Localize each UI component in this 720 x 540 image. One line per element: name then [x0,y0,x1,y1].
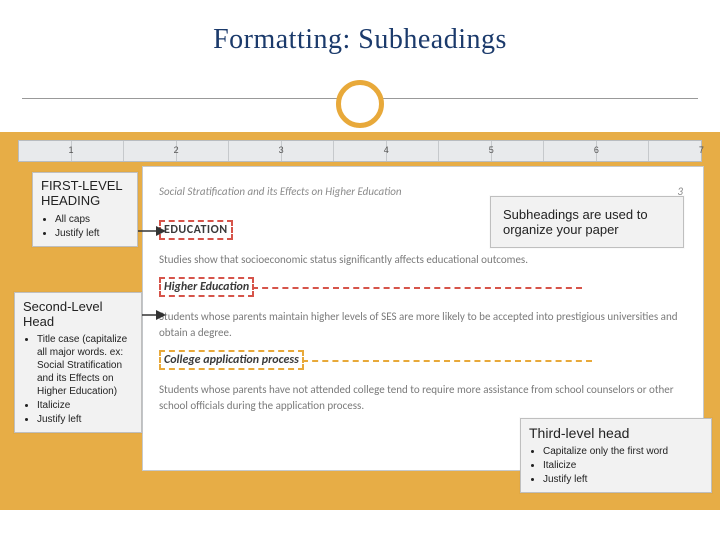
callout-title: Third-level head [521,419,711,443]
running-head: Social Stratification and its Effects on… [159,185,402,198]
ruler-tick: 7 [699,145,704,155]
callout-text: Subheadings are used to organize your pa… [491,197,683,247]
callout-item: Italicize [543,459,703,472]
callout-item: Justify left [55,227,129,240]
paragraph: Students whose parents have not attended… [159,382,683,415]
heading-level-1: EDUCATION [159,220,233,240]
callout-title: Second-Level Head [15,293,141,331]
callout-item: All caps [55,213,129,226]
callout-item: Title case (capitalize all major words. … [37,333,133,398]
callout-item: Justify left [37,413,133,426]
paragraph: Studies show that socioeconomic status s… [159,252,683,269]
ring-ornament [336,80,384,128]
heading-level-3: College application process [159,350,304,370]
callout-second-level: Second-Level Head Title case (capitalize… [14,292,142,433]
page-title: Formatting: Subheadings [22,16,698,56]
callout-item: Italicize [37,399,133,412]
callout-item: Justify left [543,473,703,486]
heading-level-2: Higher Education [159,277,254,297]
paragraph: Students whose parents maintain higher l… [159,309,683,342]
callout-third-level: Third-level head Capitalize only the fir… [520,418,712,493]
callout-title: FIRST-LEVEL HEADING [33,173,137,211]
callout-item: Capitalize only the first word [543,445,703,458]
callout-note: Subheadings are used to organize your pa… [490,196,684,248]
ruler: 1 2 3 4 5 6 7 [18,140,702,162]
callout-first-level: FIRST-LEVEL HEADING All caps Justify lef… [32,172,138,247]
